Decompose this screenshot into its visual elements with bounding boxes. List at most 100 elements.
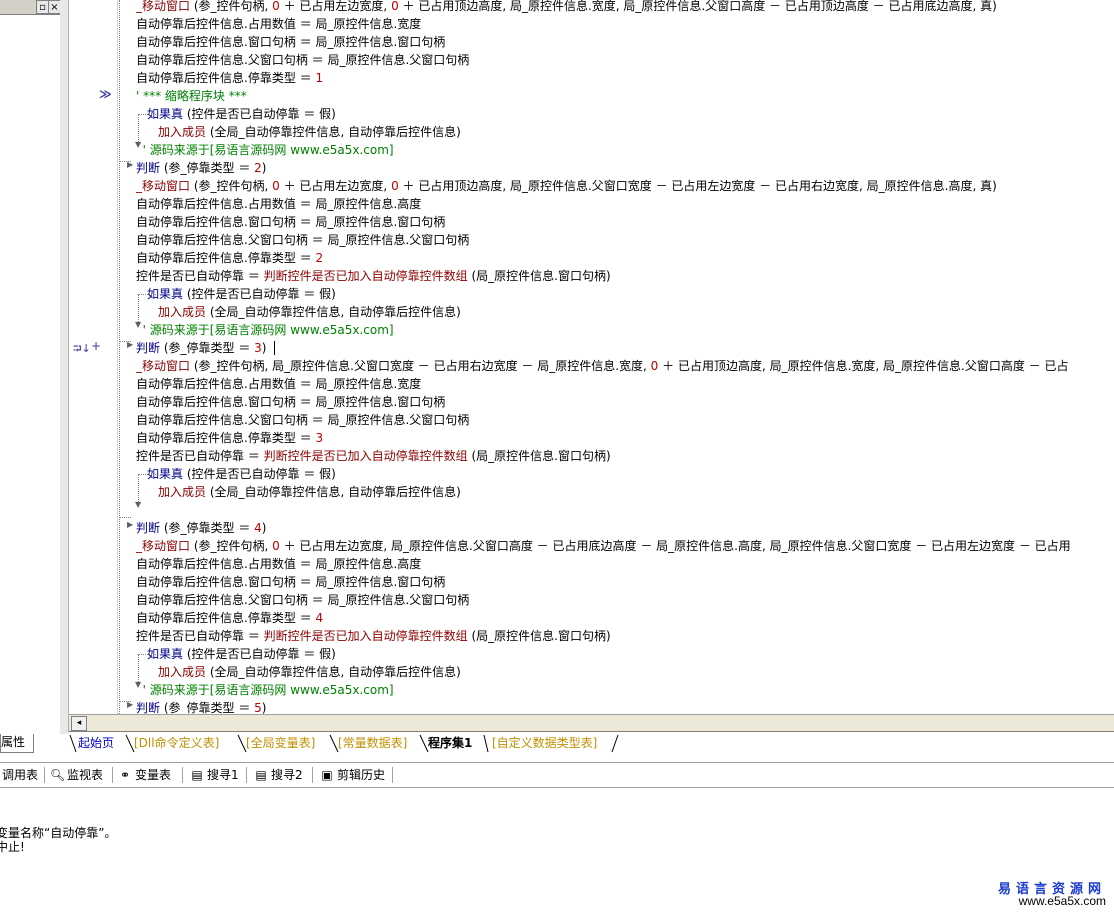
code-token: 0 [391,179,399,193]
code-line[interactable]: 自动停靠后控件信息.占用数值 ＝ 局_原控件信息.高度 [136,195,421,213]
divider [392,767,393,783]
flow-arrow-icon: ▶ [127,340,134,349]
code-token: (参_控件句柄, [190,539,273,553]
call-table-tab[interactable]: 调用表 [2,766,38,784]
code-line[interactable]: 自动停靠后控件信息.父窗口句柄 ＝ 局_原控件信息.父窗口句柄 [136,411,469,429]
flow-guide [138,654,156,655]
code-line[interactable]: 控件是否已自动停靠 ＝ 判断控件是否已加入自动停靠控件数组 (局_原控件信息.窗… [136,267,611,285]
code-token: (控件是否已自动停靠 ＝ 假) [183,287,336,301]
code-token: 加入成员 [158,665,207,679]
code-token: (全局_自动停靠控件信息, 自动停靠后控件信息) [206,305,461,319]
divider [312,767,313,783]
code-line[interactable]: _移动窗口 (参_控件句柄, 0 ＋ 已占用左边宽度, 0 ＋ 已占用顶边高度,… [136,177,997,195]
code-token: (控件是否已自动停靠 ＝ 假) [183,107,336,121]
flow-guide [119,517,131,519]
code-token: 自动停靠后控件信息.父窗口句柄 ＝ 局_原控件信息.父窗口句柄 [136,413,470,427]
code-line[interactable]: 加入成员 (全局_自动停靠控件信息, 自动停靠后控件信息) [158,483,461,501]
code-token: 加入成员 [158,305,207,319]
code-line[interactable]: 自动停靠后控件信息.停靠类型 ＝ 1 [136,69,323,87]
code-line[interactable]: 如果真 (控件是否已自动停靠 ＝ 假) [147,465,336,483]
plus-icon[interactable]: + [91,339,101,353]
code-line[interactable]: 如果真 (控件是否已自动停靠 ＝ 假) [147,285,336,303]
search2-tab[interactable]: ▤ 搜寻2 [254,766,302,784]
code-line[interactable]: 如果真 (控件是否已自动停靠 ＝ 假) [147,105,336,123]
code-line[interactable]: 控件是否已自动停靠 ＝ 判断控件是否已加入自动停靠控件数组 (局_原控件信息.窗… [136,627,611,645]
code-token: (参_停靠类型 ＝ [160,521,255,535]
code-line[interactable]: 加入成员 (全局_自动停靠控件信息, 自动停靠后控件信息) [158,123,461,141]
editor-gutter: ≫ ⮒↓ + [69,0,118,714]
code-token: 1 [315,71,324,85]
code-token: _移动窗口 [136,0,191,13]
code-token: _移动窗口 [136,539,191,553]
code-line[interactable]: 自动停靠后控件信息.占用数值 ＝ 局_原控件信息.高度 [136,555,421,573]
code-token: 判断 [136,701,161,714]
code-line[interactable]: 自动停靠后控件信息.窗口句柄 ＝ 局_原控件信息.窗口句柄 [136,33,445,51]
code-token: 控件是否已自动停靠 ＝ [136,449,264,463]
code-token: (全局_自动停靠控件信息, 自动停靠后控件信息) [206,485,461,499]
code-line[interactable]: 控件是否已自动停靠 ＝ 判断控件是否已加入自动停靠控件数组 (局_原控件信息.窗… [136,447,611,465]
code-token: 判断 [136,341,161,355]
left-panel: ▫ × [0,0,61,734]
flow-guide [138,474,156,475]
code-line[interactable]: 自动停靠后控件信息.窗口句柄 ＝ 局_原控件信息.窗口句柄 [136,393,445,411]
code-line[interactable]: 自动停靠后控件信息.窗口句柄 ＝ 局_原控件信息.窗口句柄 [136,573,445,591]
code-line[interactable]: ' *** 缩略程序块 *** [136,87,247,105]
watch-table-tab[interactable]: 🔍︎ 监视表 [50,766,103,784]
code-line[interactable]: _移动窗口 (参_控件句柄, 局_原控件信息.父窗口宽度 － 已占用右边宽度 －… [136,357,1068,375]
horizontal-scrollbar[interactable]: ◂ [69,714,1114,731]
properties-tab[interactable]: 属性 [0,734,34,753]
code-line[interactable]: 自动停靠后控件信息.停靠类型 ＝ 3 [136,429,323,447]
code-line[interactable]: _移动窗口 (参_控件句柄, 0 ＋ 已占用左边宽度, 0 ＋ 已占用顶边高度,… [136,0,997,15]
code-token: 自动停靠后控件信息.停靠类型 ＝ [136,431,316,445]
code-line[interactable]: 自动停靠后控件信息.窗口句柄 ＝ 局_原控件信息.窗口句柄 [136,213,445,231]
code-token: 自动停靠后控件信息.占用数值 ＝ 局_原控件信息.高度 [136,557,422,571]
code-token: ) [261,341,267,355]
code-line[interactable]: 加入成员 (全局_自动停靠控件信息, 自动停靠后控件信息) [158,303,461,321]
code-token: 加入成员 [158,125,207,139]
clip-history-label: 剪辑历史 [337,768,386,782]
code-line[interactable]: 自动停靠后控件信息.占用数值 ＝ 局_原控件信息.宽度 [136,375,421,393]
code-token: 自动停靠后控件信息.占用数值 ＝ 局_原控件信息.高度 [136,197,422,211]
code-line[interactable]: 判断 (参_停靠类型 ＝ 3) [136,339,266,357]
left-panel-titlebar: ▫ × [0,0,61,15]
variable-table-tab[interactable]: ⚭ 变量表 [118,766,171,784]
flow-guide [138,294,156,295]
code-token: ＋ 已占用左边宽度, [279,0,392,13]
code-line[interactable]: ' 源码来源于[易语言源码网 www.e5a5x.com] [143,681,394,699]
left-panel-scrollbar[interactable] [60,0,69,734]
search-window-icon: ▤ [255,768,267,782]
code-token: ' *** 缩略程序块 *** [136,89,247,103]
code-line[interactable]: 自动停靠后控件信息.父窗口句柄 ＝ 局_原控件信息.父窗口句柄 [136,591,469,609]
code-token: (参_停靠类型 ＝ [160,341,255,355]
clip-history-tab[interactable]: ▣ 剪辑历史 [320,766,385,784]
divider [182,767,183,783]
code-token: 判断 [136,521,161,535]
code-line[interactable]: _移动窗口 (参_控件句柄, 0 ＋ 已占用左边宽度, 局_原控件信息.父窗口高… [136,537,1071,555]
divider [44,767,45,783]
breakpoint-arrow-icon[interactable]: ≫ [99,87,112,101]
flow-arrow-icon: ▼ [135,500,142,509]
scroll-left-icon[interactable]: ◂ [71,716,87,731]
output-panel[interactable]: 变量名称“自动停靠”。 中止! [0,788,1114,914]
code-line[interactable]: 自动停靠后控件信息.父窗口句柄 ＝ 局_原控件信息.父窗口句柄 [136,231,469,249]
code-line[interactable]: 加入成员 (全局_自动停靠控件信息, 自动停靠后控件信息) [158,663,461,681]
code-token: (参_控件句柄, [190,0,273,13]
code-line[interactable]: 判断 (参_停靠类型 ＝ 2) [136,159,266,177]
code-token: 判断控件是否已加入自动停靠控件数组 [263,449,468,463]
code-token: 自动停靠后控件信息.占用数值 ＝ 局_原控件信息.宽度 [136,17,422,31]
code-token: 自动停靠后控件信息.停靠类型 ＝ [136,611,316,625]
fold-marker-icon[interactable]: ⮒↓ [73,340,91,359]
code-line[interactable]: 自动停靠后控件信息.占用数值 ＝ 局_原控件信息.宽度 [136,15,421,33]
code-token: 自动停靠后控件信息.窗口句柄 ＝ 局_原控件信息.窗口句柄 [136,575,446,589]
code-line[interactable]: 自动停靠后控件信息.停靠类型 ＝ 4 [136,609,323,627]
code-line[interactable]: 自动停靠后控件信息.父窗口句柄 ＝ 局_原控件信息.父窗口句柄 [136,51,469,69]
code-line[interactable]: 判断 (参_停靠类型 ＝ 5) [136,699,266,714]
code-token: 0 [391,0,399,13]
code-line[interactable]: 判断 (参_停靠类型 ＝ 4) [136,519,266,537]
code-editor[interactable]: ≫ ⮒↓ + _移动窗口 (参_控件句柄, 0 ＋ 已占用左边宽度, 0 ＋ 已… [69,0,1114,714]
code-line[interactable]: 如果真 (控件是否已自动停靠 ＝ 假) [147,645,336,663]
code-line[interactable]: 自动停靠后控件信息.停靠类型 ＝ 2 [136,249,323,267]
code-line[interactable]: ' 源码来源于[易语言源码网 www.e5a5x.com] [143,321,394,339]
code-line[interactable]: ' 源码来源于[易语言源码网 www.e5a5x.com] [143,141,394,159]
search1-tab[interactable]: ▤ 搜寻1 [190,766,238,784]
